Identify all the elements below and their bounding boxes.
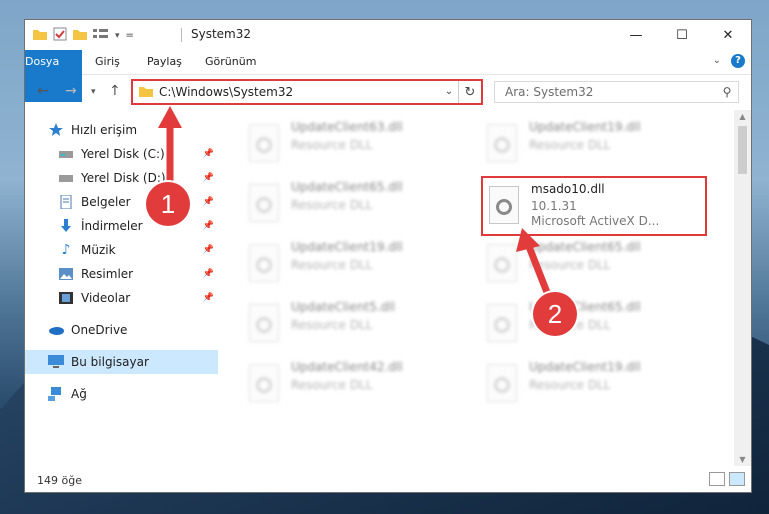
callout-2: 2 (533, 292, 577, 336)
callout-1: 1 (146, 182, 190, 226)
arrow-1-head (158, 106, 182, 128)
annotation-overlay (158, 106, 554, 302)
arrow-2-shaft (524, 242, 554, 302)
arrow-2-head (516, 228, 540, 252)
